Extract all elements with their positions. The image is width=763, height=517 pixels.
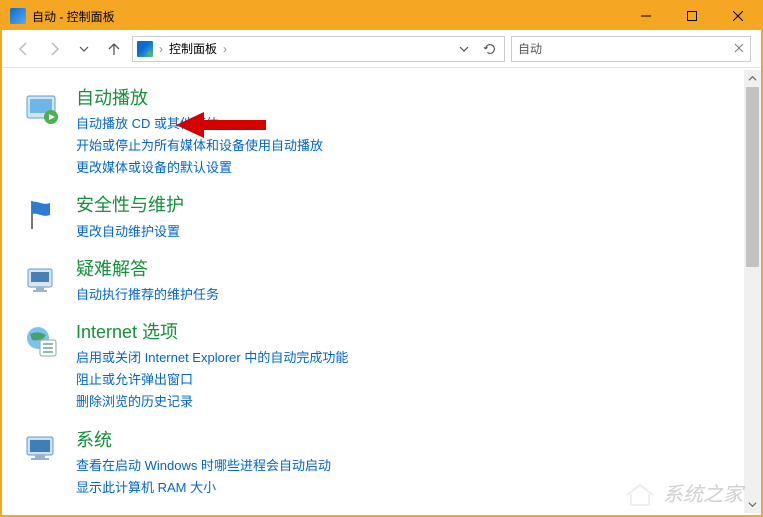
section-title[interactable]: 系统 bbox=[76, 428, 743, 453]
minimize-button[interactable] bbox=[623, 2, 669, 30]
scroll-up-button[interactable] bbox=[744, 70, 761, 87]
section-security: 安全性与维护 更改自动维护设置 bbox=[20, 193, 743, 242]
section-link[interactable]: 自动播放 CD 或其他媒体 bbox=[76, 113, 743, 135]
internet-options-icon bbox=[24, 324, 60, 360]
address-dropdown-button[interactable] bbox=[454, 39, 474, 59]
section-title[interactable]: 安全性与维护 bbox=[76, 193, 743, 218]
content-area: 自动播放 自动播放 CD 或其他媒体 开始或停止为所有媒体和设备使用自动播放 更… bbox=[2, 68, 761, 515]
section-link[interactable]: 显示此计算机 RAM 大小 bbox=[76, 477, 743, 499]
maximize-button[interactable] bbox=[669, 2, 715, 30]
section-title[interactable]: 自动播放 bbox=[76, 86, 743, 111]
refresh-button[interactable] bbox=[480, 39, 500, 59]
section-troubleshoot: 疑难解答 自动执行推荐的维护任务 bbox=[20, 257, 743, 306]
flag-icon bbox=[24, 197, 60, 233]
section-link[interactable]: 查看在启动 Windows 时哪些进程会自动启动 bbox=[76, 455, 743, 477]
up-button[interactable] bbox=[102, 37, 126, 61]
address-bar[interactable]: › 控制面板 › bbox=[132, 36, 505, 62]
titlebar: 自动 - 控制面板 bbox=[2, 2, 761, 30]
close-button[interactable] bbox=[715, 2, 761, 30]
window-title: 自动 - 控制面板 bbox=[32, 8, 623, 25]
troubleshoot-icon bbox=[24, 261, 60, 297]
chevron-right-icon[interactable]: › bbox=[159, 42, 163, 56]
section-title[interactable]: 疑难解答 bbox=[76, 257, 743, 282]
section-link[interactable]: 更改媒体或设备的默认设置 bbox=[76, 157, 743, 179]
breadcrumb-root[interactable]: 控制面板 bbox=[169, 40, 217, 57]
section-link[interactable]: 启用或关闭 Internet Explorer 中的自动完成功能 bbox=[76, 347, 743, 369]
vertical-scrollbar[interactable] bbox=[744, 70, 761, 513]
section-system: 系统 查看在启动 Windows 时哪些进程会自动启动 显示此计算机 RAM 大… bbox=[20, 428, 743, 499]
toolbar: › 控制面板 › 自动 bbox=[2, 30, 761, 68]
section-link[interactable]: 阻止或允许弹出窗口 bbox=[76, 369, 743, 391]
scroll-down-button[interactable] bbox=[744, 496, 761, 513]
section-link[interactable]: 自动执行推荐的维护任务 bbox=[76, 284, 743, 306]
control-panel-icon bbox=[137, 41, 153, 57]
back-button[interactable] bbox=[12, 37, 36, 61]
system-icon bbox=[24, 432, 60, 468]
search-input[interactable]: 自动 bbox=[511, 36, 751, 62]
recent-locations-button[interactable] bbox=[72, 37, 96, 61]
clear-search-button[interactable] bbox=[734, 42, 744, 56]
search-value: 自动 bbox=[518, 40, 734, 57]
autoplay-icon bbox=[24, 90, 60, 126]
control-panel-icon bbox=[10, 8, 26, 24]
section-title[interactable]: Internet 选项 bbox=[76, 320, 743, 345]
forward-button[interactable] bbox=[42, 37, 66, 61]
section-link[interactable]: 更改自动维护设置 bbox=[76, 221, 743, 243]
section-link[interactable]: 开始或停止为所有媒体和设备使用自动播放 bbox=[76, 135, 743, 157]
section-autoplay: 自动播放 自动播放 CD 或其他媒体 开始或停止为所有媒体和设备使用自动播放 更… bbox=[20, 86, 743, 179]
section-link[interactable]: 删除浏览的历史记录 bbox=[76, 391, 743, 413]
scroll-thumb[interactable] bbox=[746, 87, 759, 267]
chevron-right-icon[interactable]: › bbox=[223, 42, 227, 56]
section-internet-options: Internet 选项 启用或关闭 Internet Explorer 中的自动… bbox=[20, 320, 743, 413]
